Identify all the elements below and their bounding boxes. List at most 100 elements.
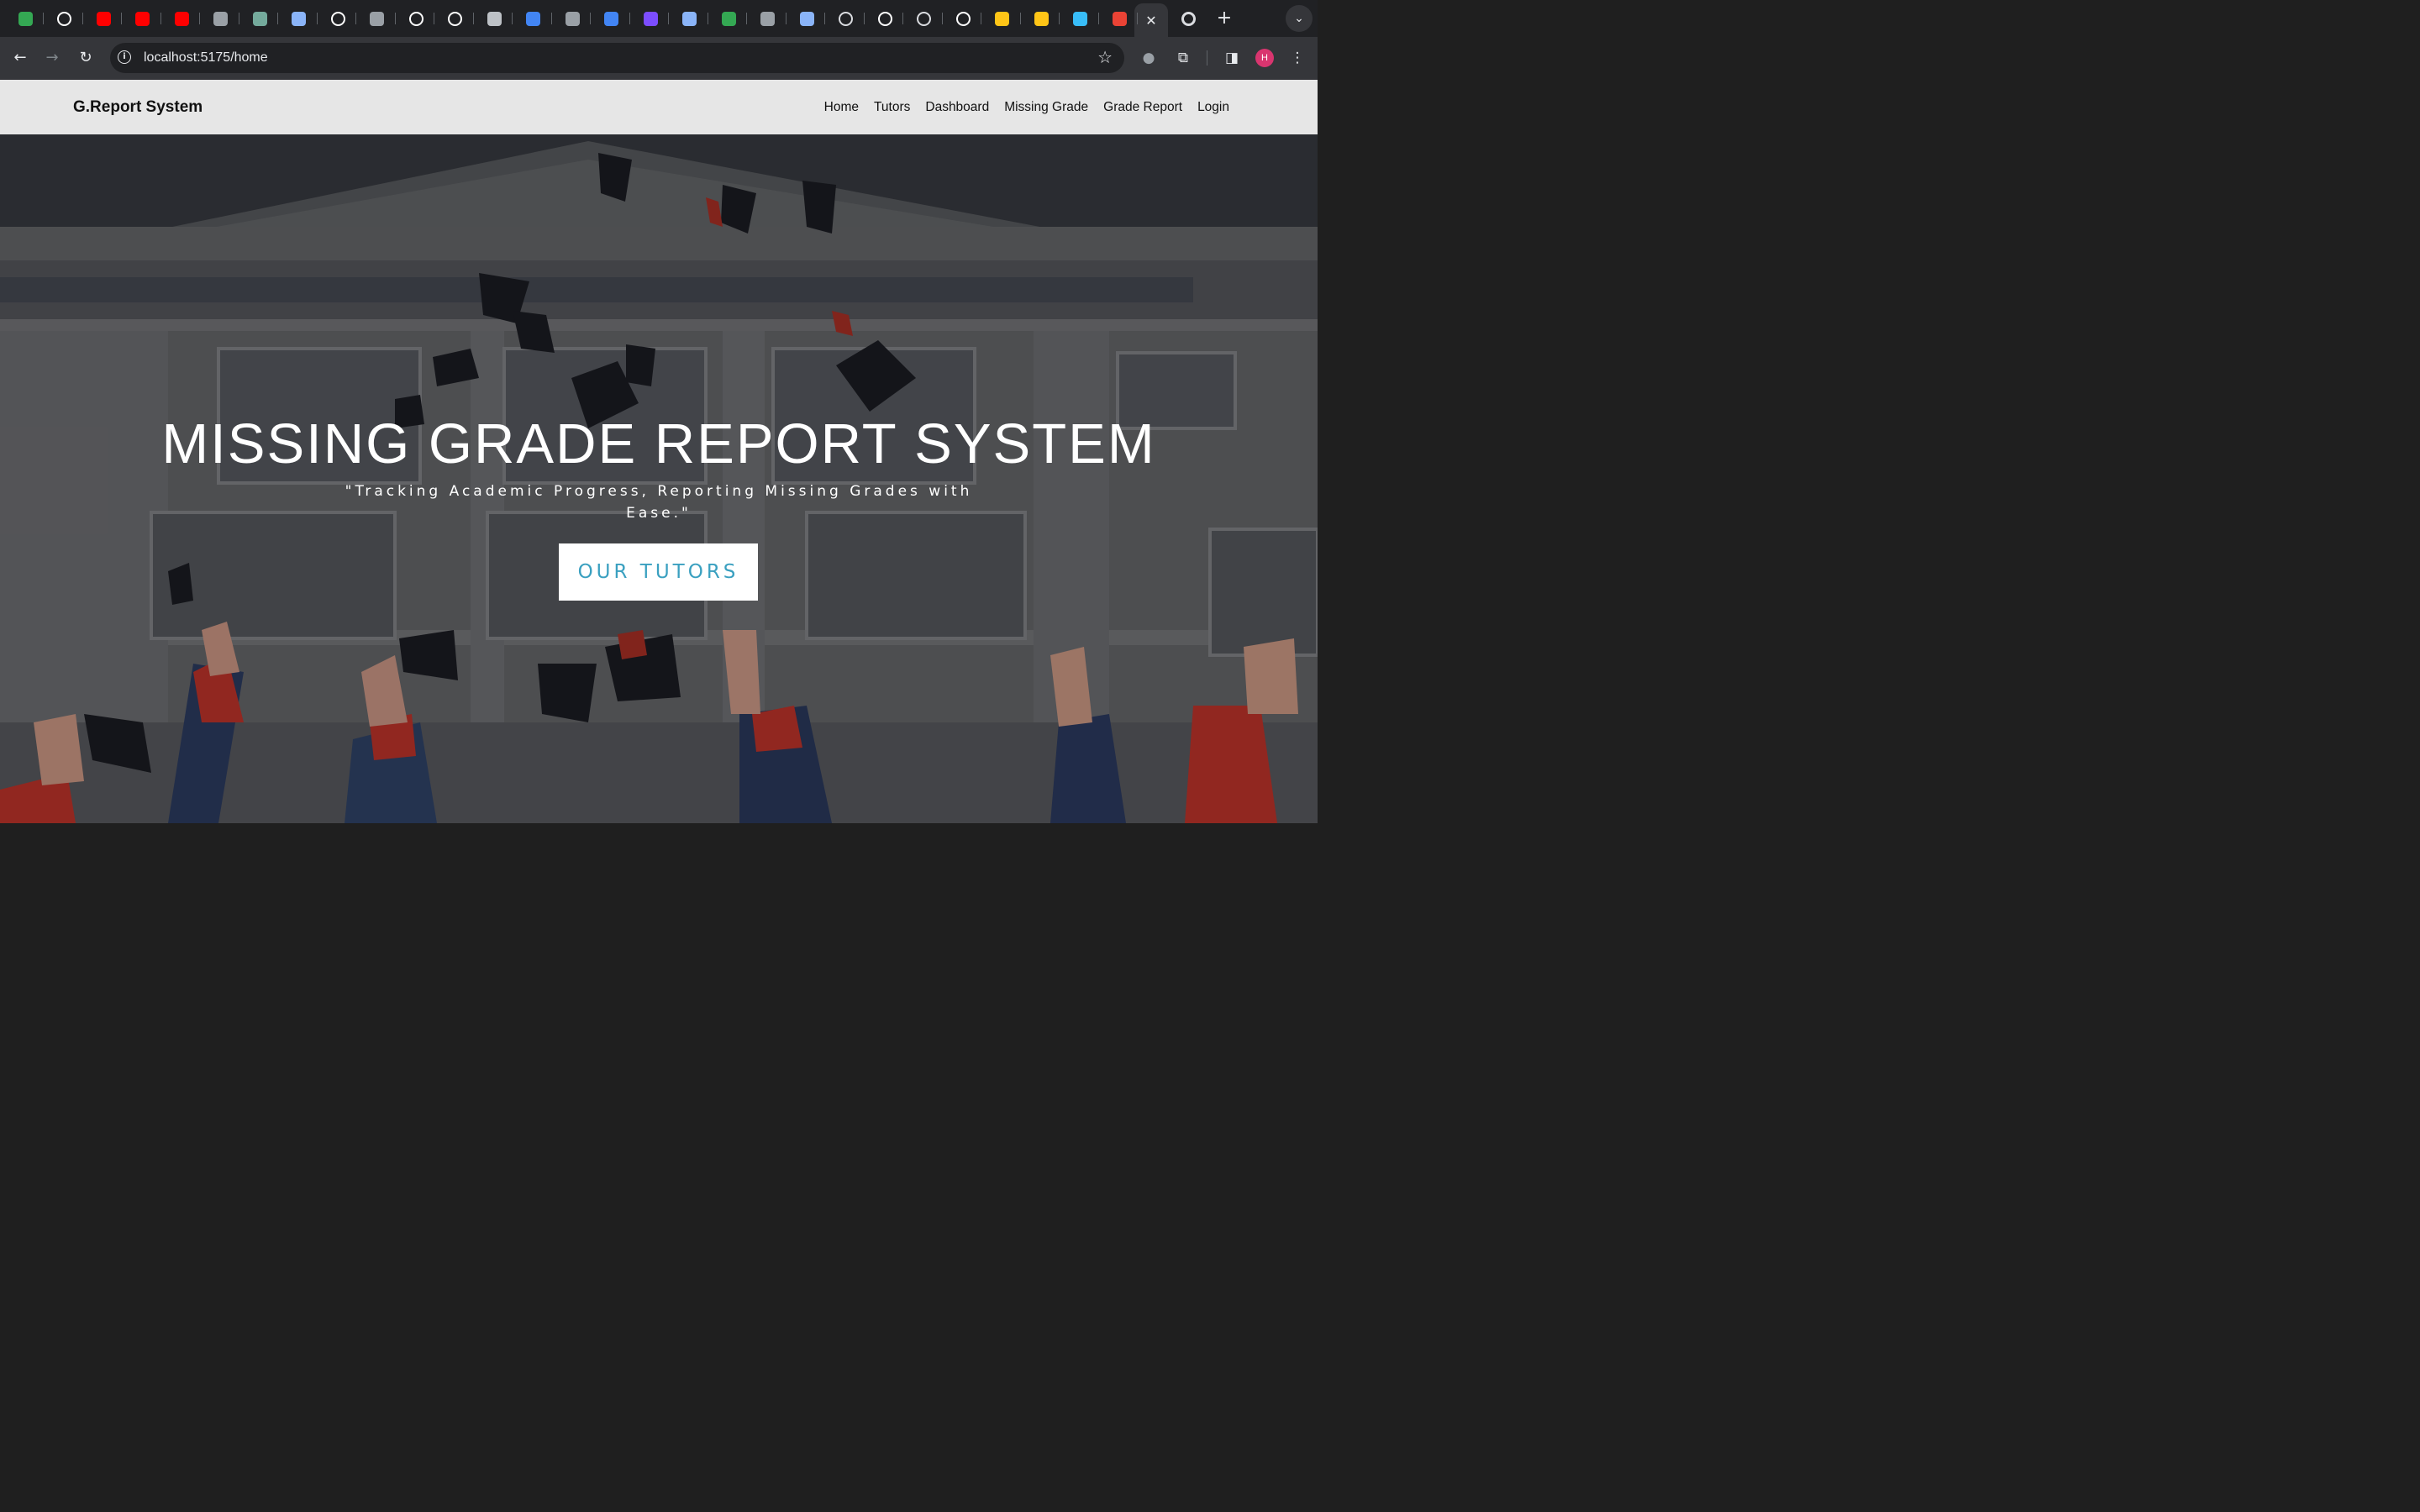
tab-refresh-app[interactable]: [671, 5, 708, 32]
web-page: G.Report System Home Tutors Dashboard Mi…: [0, 80, 1318, 823]
tab-w[interactable]: [710, 5, 747, 32]
tab-search-button[interactable]: ⌄: [1286, 5, 1313, 32]
tab-gauge[interactable]: [1101, 5, 1138, 32]
tab-google-meet[interactable]: [7, 5, 44, 32]
site-info-icon[interactable]: i: [118, 50, 131, 64]
chrome-icon: [1181, 11, 1196, 26]
tab-separator: [1019, 13, 1021, 24]
wave-icon: [487, 11, 502, 26]
tab-github[interactable]: [944, 5, 981, 32]
extension-icon[interactable]: ●: [1139, 48, 1159, 68]
youtube-icon: [96, 11, 111, 26]
tab-youtube[interactable]: [85, 5, 122, 32]
github-icon: [330, 11, 345, 26]
tab-separator: [160, 13, 161, 24]
tab-youtube[interactable]: [163, 5, 200, 32]
tab-github[interactable]: [319, 5, 356, 32]
tab-separator: [1097, 13, 1099, 24]
new-tab-button[interactable]: +: [1213, 7, 1236, 30]
back-icon[interactable]: ←: [9, 47, 31, 69]
tab-separator: [316, 13, 318, 24]
refresh-app-icon: [682, 11, 697, 26]
tab-circle-app[interactable]: [788, 5, 825, 32]
tab-separator: [394, 13, 396, 24]
google-meet-icon: [18, 11, 33, 26]
tab-google[interactable]: [515, 5, 552, 32]
forward-icon[interactable]: →: [41, 47, 63, 69]
circle-app-icon: [799, 11, 814, 26]
tab-separator: [746, 13, 747, 24]
profile-avatar[interactable]: H: [1255, 49, 1274, 67]
tab-wave[interactable]: [476, 5, 513, 32]
tab-list-app[interactable]: [281, 5, 318, 32]
tab-unsplash[interactable]: [437, 5, 474, 32]
tab-separator: [121, 13, 122, 24]
google-icon: [604, 11, 618, 26]
nav-home[interactable]: Home: [824, 100, 859, 115]
circle-app-icon: [760, 11, 775, 26]
nav-tutors[interactable]: Tutors: [874, 100, 910, 115]
tab-tailwind[interactable]: [1062, 5, 1099, 32]
google-icon: [526, 11, 540, 26]
tab-separator: [1137, 13, 1138, 24]
reload-icon[interactable]: ↻: [75, 47, 97, 69]
nav-dashboard[interactable]: Dashboard: [925, 100, 989, 115]
tab-separator: [82, 13, 83, 24]
tab-separator: [590, 13, 591, 24]
address-bar[interactable]: i localhost:5175/home ☆: [110, 43, 1124, 73]
tab-chatgpt[interactable]: [241, 5, 278, 32]
w-icon: [721, 11, 736, 26]
url-text[interactable]: localhost:5175/home: [144, 50, 268, 66]
tab-separator: [472, 13, 474, 24]
github-icon: [955, 11, 971, 26]
unsplash-icon: [448, 11, 462, 26]
nav-missing-grade[interactable]: Missing Grade: [1004, 100, 1088, 115]
tab-unsplash[interactable]: [866, 5, 903, 32]
gauge-icon: [1112, 11, 1127, 26]
circle-app-icon: [213, 11, 228, 26]
menu-kebab-icon[interactable]: ⋮: [1287, 48, 1307, 68]
tab-separator: [355, 13, 356, 24]
nav-login[interactable]: Login: [1197, 100, 1229, 115]
youtube-icon: [135, 11, 150, 26]
browser-toolbar: ← → ↻ i localhost:5175/home ☆ ● ⧉ ◨ H ⋮: [0, 37, 1318, 80]
tab-github[interactable]: [46, 5, 83, 32]
extensions-puzzle-icon[interactable]: ⧉: [1173, 48, 1193, 68]
tab-separator: [199, 13, 200, 24]
bookmark-star-icon[interactable]: ☆: [1097, 47, 1113, 67]
tab-circle-app[interactable]: [750, 5, 786, 32]
tab-target[interactable]: [906, 5, 943, 32]
tab-separator: [629, 13, 630, 24]
tab-square-app[interactable]: [359, 5, 396, 32]
leaf-icon: [565, 11, 580, 26]
side-panel-icon[interactable]: ◨: [1222, 48, 1242, 68]
square-app-icon: [370, 11, 384, 26]
youtube-icon: [174, 11, 189, 26]
tab-google[interactable]: [593, 5, 630, 32]
hero-title: MISSING GRADE REPORT SYSTEM: [161, 412, 1156, 475]
close-tab-icon[interactable]: ✕: [1145, 13, 1156, 29]
browser-tab-strip: ✕ + ⌄: [0, 0, 1318, 37]
hero-subtitle: "Tracking Academic Progress, Reporting M…: [345, 483, 973, 522]
tab-vite[interactable]: [1023, 5, 1060, 32]
tab-separator: [902, 13, 903, 24]
our-tutors-button[interactable]: OUR TUTORS: [559, 543, 758, 601]
tab-vite[interactable]: [984, 5, 1021, 32]
brand-logo[interactable]: G.Report System: [73, 98, 203, 117]
notion-icon: [408, 11, 424, 26]
tab-circle-app[interactable]: [203, 5, 239, 32]
hero-overlay: [0, 134, 1318, 823]
tab-notion[interactable]: [397, 5, 434, 32]
tab-list-purple[interactable]: [632, 5, 669, 32]
tab-leaf[interactable]: [554, 5, 591, 32]
tab-target[interactable]: [828, 5, 865, 32]
list-purple-icon: [643, 11, 658, 26]
active-tab[interactable]: ✕: [1134, 3, 1168, 37]
site-navbar: G.Report System Home Tutors Dashboard Mi…: [0, 80, 1318, 134]
tab-youtube[interactable]: [124, 5, 161, 32]
tab-chrome[interactable]: [1170, 5, 1207, 32]
tab-separator: [43, 13, 44, 24]
nav-grade-report[interactable]: Grade Report: [1103, 100, 1182, 115]
tailwind-icon: [1073, 11, 1087, 26]
unsplash-icon: [877, 11, 892, 26]
